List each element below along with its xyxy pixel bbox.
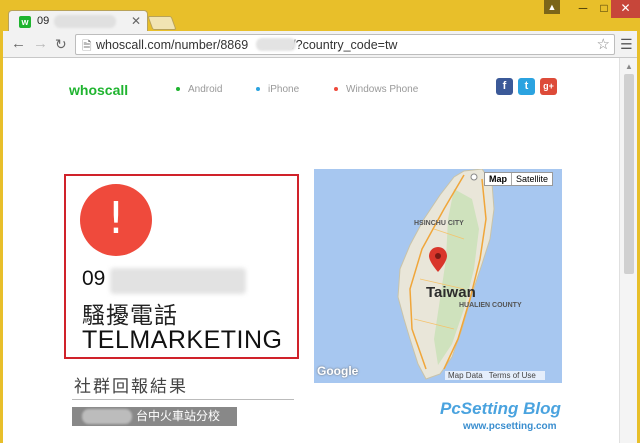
page-info-icon[interactable]: 🗎 bbox=[82, 37, 92, 58]
tab-close-icon[interactable]: ✕ bbox=[131, 14, 141, 28]
map-type-satellite-button[interactable]: Satellite bbox=[512, 173, 552, 185]
community-report-title: 社群回報結果 bbox=[74, 377, 188, 397]
phone-number: 09 bbox=[82, 267, 106, 290]
nav-label: iPhone bbox=[268, 84, 300, 95]
browser-window: w 09 ✕ ▲ ─ □ ✕ ← → ↻ 🗎 whoscall.com/numb… bbox=[0, 0, 640, 443]
phone-number-redaction bbox=[110, 268, 246, 294]
address-bar[interactable]: 🗎 whoscall.com/number/8869 /?country_code… bbox=[75, 34, 615, 55]
map-city-label: HSINCHU CITY bbox=[414, 220, 464, 227]
googleplus-icon[interactable]: g+ bbox=[540, 78, 557, 95]
nav-link-iphone[interactable]: iPhone bbox=[256, 84, 299, 95]
nav-label: Android bbox=[188, 84, 223, 95]
alert-exclamation-icon: ! bbox=[80, 184, 152, 256]
map-type-map-button[interactable]: Map bbox=[485, 173, 512, 185]
title-bar: w 09 ✕ ▲ ─ □ ✕ bbox=[0, 0, 640, 32]
web-page: whoscall Android iPhone Windows Phone f … bbox=[3, 58, 619, 443]
google-logo[interactable]: Google bbox=[317, 364, 358, 378]
twitter-icon[interactable]: t bbox=[518, 78, 535, 95]
scroll-thumb[interactable] bbox=[624, 74, 634, 274]
browser-tab[interactable]: w 09 ✕ bbox=[8, 10, 148, 32]
map-type-switch[interactable]: Map Satellite bbox=[484, 172, 554, 186]
tab-title: 09 bbox=[37, 15, 50, 27]
tab-title-redaction bbox=[54, 15, 116, 28]
menu-hamburger-icon[interactable]: ☰ bbox=[620, 36, 633, 53]
caller-category-en: TELMARKETING bbox=[82, 326, 283, 354]
vertical-scrollbar[interactable]: ▲ bbox=[619, 58, 637, 443]
facebook-icon[interactable]: f bbox=[496, 78, 513, 95]
bullet-dot-icon bbox=[176, 87, 180, 92]
map-footer: Map Data Terms of Use bbox=[445, 371, 545, 380]
caller-result-highlight: ! 09 騷擾電話 TELMARKETING bbox=[64, 174, 299, 359]
caller-category-zh: 騷擾電話 bbox=[82, 303, 178, 329]
divider bbox=[72, 399, 294, 400]
bullet-dot-icon bbox=[334, 87, 338, 92]
reload-icon[interactable]: ↻ bbox=[55, 36, 67, 52]
report-tag[interactable]: 台中火車站分校 bbox=[72, 407, 237, 426]
new-tab-button[interactable] bbox=[147, 16, 177, 30]
watermark-url: www.pcsetting.com bbox=[463, 421, 557, 432]
map-data-link[interactable]: Map Data bbox=[448, 371, 483, 380]
back-arrow-icon[interactable]: ← bbox=[11, 36, 26, 52]
scroll-up-arrow-icon[interactable]: ▲ bbox=[625, 62, 633, 71]
site-logo[interactable]: whoscall bbox=[69, 82, 128, 98]
watermark-title: PcSetting Blog bbox=[440, 399, 561, 418]
bullet-dot-icon bbox=[256, 87, 260, 92]
url-text: whoscall.com/number/8869 /?country_code=t… bbox=[96, 38, 397, 52]
forward-arrow-icon[interactable]: → bbox=[33, 36, 48, 52]
bookmark-star-icon[interactable]: ☆ bbox=[597, 35, 610, 53]
url-base: whoscall.com/number/8869 bbox=[96, 38, 249, 52]
url-suffix: /?country_code=tw bbox=[292, 38, 398, 52]
nav-link-windows-phone[interactable]: Windows Phone bbox=[334, 84, 418, 95]
taiwan-map-graphic bbox=[397, 169, 495, 380]
report-tag-label: 台中火車站分校 bbox=[136, 409, 221, 423]
url-redaction bbox=[256, 38, 296, 51]
user-profile-icon[interactable]: ▲ bbox=[544, 0, 560, 14]
nav-link-android[interactable]: Android bbox=[176, 84, 222, 95]
nav-label: Windows Phone bbox=[346, 84, 419, 95]
map-country-label: Taiwan bbox=[426, 284, 476, 301]
report-tag-redaction bbox=[82, 409, 132, 424]
whoscall-favicon-icon: w bbox=[19, 16, 31, 28]
terms-link[interactable]: Terms of Use bbox=[489, 371, 536, 380]
map-county-label: HUALIEN COUNTY bbox=[459, 302, 522, 309]
close-window-button[interactable]: ✕ bbox=[611, 0, 640, 18]
location-map[interactable]: Map Satellite HSINCHU CITY HUALIEN COUNTY… bbox=[314, 169, 562, 383]
browser-toolbar: ← → ↻ 🗎 whoscall.com/number/8869 /?countr… bbox=[3, 31, 637, 58]
